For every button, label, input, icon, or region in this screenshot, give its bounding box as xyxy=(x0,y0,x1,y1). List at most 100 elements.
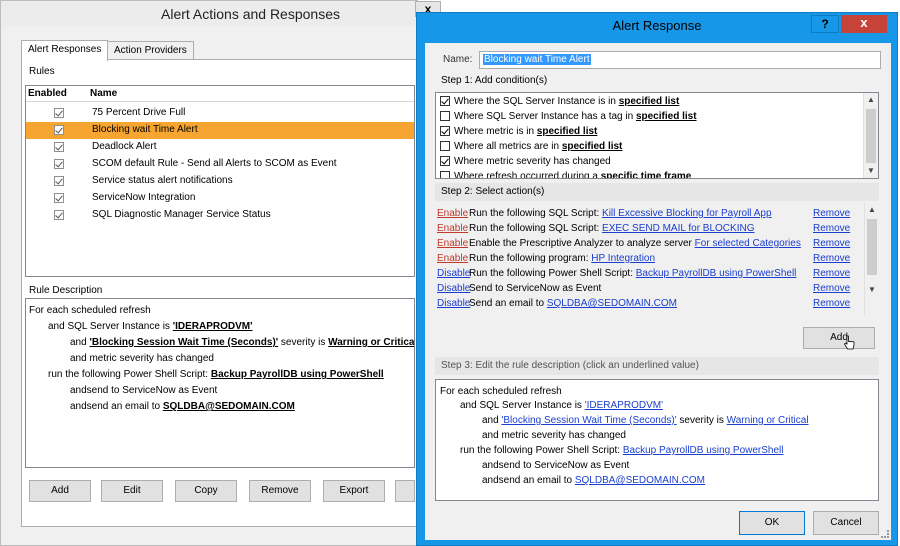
desc-line: and SQL Server Instance is 'IDERAPRODVM' xyxy=(460,400,663,411)
action-link[interactable]: SQLDBA@SEDOMAIN.COM xyxy=(547,298,677,309)
help-icon[interactable]: ? xyxy=(811,15,839,33)
copy-rule-button[interactable]: Copy xyxy=(175,480,237,502)
desc-link[interactable]: SQLDBA@SEDOMAIN.COM xyxy=(163,401,295,412)
scroll-up-icon[interactable]: ▲ xyxy=(864,93,878,107)
actions-scrollbar[interactable]: ▲ ▼ xyxy=(864,203,879,315)
action-toggle-link[interactable]: Disable xyxy=(437,298,470,309)
edit-rule-button[interactable]: Edit xyxy=(101,480,163,502)
desc-line: and 'Blocking Session Wait Time (Seconds… xyxy=(70,337,414,348)
scroll-thumb[interactable] xyxy=(866,109,876,163)
remove-rule-button[interactable]: Remove xyxy=(249,480,311,502)
action-link[interactable]: Kill Excessive Blocking for Payroll App xyxy=(602,208,772,219)
condition-checkbox[interactable] xyxy=(440,126,450,136)
close-icon[interactable]: x xyxy=(841,15,887,33)
action-remove-link[interactable]: Remove xyxy=(813,298,850,309)
desc-link[interactable]: Warning or Critical xyxy=(328,337,414,348)
scroll-down-icon[interactable]: ▼ xyxy=(864,164,878,178)
condition-link[interactable]: specific time frame xyxy=(601,171,692,178)
action-toggle-link[interactable]: Enable xyxy=(437,253,468,264)
back-titlebar[interactable]: Alert Actions and Responses x xyxy=(1,1,441,27)
rule-row[interactable]: SQL Diagnostic Manager Service Status xyxy=(26,207,414,224)
action-link[interactable]: For selected Categories xyxy=(695,238,801,249)
condition-checkbox[interactable] xyxy=(440,111,450,121)
action-link[interactable]: Backup PayrollDB using PowerShell xyxy=(636,268,797,279)
ok-button[interactable]: OK xyxy=(739,511,805,535)
rule-row-selected[interactable]: Blocking wait Time Alert xyxy=(26,122,414,139)
action-item: Disable Send to ServiceNow as Event Remove xyxy=(437,283,851,294)
tab-action-providers[interactable]: Action Providers xyxy=(107,41,194,60)
add-rule-button[interactable]: Add xyxy=(29,480,91,502)
condition-link[interactable]: specified list xyxy=(562,141,623,152)
add-action-button[interactable]: Add xyxy=(803,327,875,349)
condition-link[interactable]: specified list xyxy=(636,111,697,122)
dialog-titlebar[interactable]: Alert Response ? x xyxy=(417,13,897,39)
desc-link[interactable]: 'IDERAPRODVM' xyxy=(585,400,663,411)
condition-checkbox[interactable] xyxy=(440,141,450,151)
cancel-button[interactable]: Cancel xyxy=(813,511,879,535)
action-item: Enable Run the following program: HP Inte… xyxy=(437,253,851,264)
desc-link[interactable]: 'Blocking Session Wait Time (Seconds)' xyxy=(89,337,278,348)
action-remove-link[interactable]: Remove xyxy=(813,253,850,264)
desc-line: For each scheduled refresh xyxy=(29,305,151,316)
action-link[interactable]: EXEC SEND MAIL for BLOCKING xyxy=(602,223,754,234)
rule-enabled-checkbox[interactable] xyxy=(54,210,64,220)
actions-list[interactable]: Enable Run the following SQL Script: Kill… xyxy=(435,203,879,315)
scroll-up-icon[interactable]: ▲ xyxy=(865,203,879,217)
action-toggle-link[interactable]: Enable xyxy=(437,223,468,234)
rule-name: Blocking wait Time Alert xyxy=(92,124,198,135)
rule-enabled-checkbox[interactable] xyxy=(54,159,64,169)
rule-row[interactable]: SCOM default Rule - Send all Alerts to S… xyxy=(26,156,414,173)
desc-link[interactable]: 'IDERAPRODVM' xyxy=(173,321,253,332)
condition-checkbox[interactable] xyxy=(440,96,450,106)
action-remove-link[interactable]: Remove xyxy=(813,223,850,234)
column-enabled[interactable]: Enabled xyxy=(28,88,67,99)
desc-link[interactable]: 'Blocking Session Wait Time (Seconds)' xyxy=(501,415,676,426)
desc-link[interactable]: Warning or Critical xyxy=(727,415,809,426)
rule-enabled-checkbox[interactable] xyxy=(54,108,64,118)
rule-enabled-checkbox[interactable] xyxy=(54,125,64,135)
step1-label: Step 1: Add condition(s) xyxy=(441,75,548,86)
rule-name: SQL Diagnostic Manager Service Status xyxy=(92,209,271,220)
rules-header: Enabled Name xyxy=(26,86,414,102)
condition-link[interactable]: specified list xyxy=(619,96,680,107)
action-toggle-link[interactable]: Enable xyxy=(437,238,468,249)
desc-line: and SQL Server Instance is 'IDERAPRODVM' xyxy=(48,321,253,332)
rule-row[interactable]: Service status alert notifications xyxy=(26,173,414,190)
desc-line: For each scheduled refresh xyxy=(440,386,562,397)
import-rule-button-partial[interactable] xyxy=(395,480,415,502)
condition-checkbox[interactable] xyxy=(440,156,450,166)
desc-link[interactable]: SQLDBA@SEDOMAIN.COM xyxy=(575,475,705,486)
name-input-value: Blocking wait Time Alert xyxy=(483,54,591,65)
rule-enabled-checkbox[interactable] xyxy=(54,176,64,186)
condition-checkbox[interactable] xyxy=(440,171,450,178)
rule-row[interactable]: ServiceNow Integration xyxy=(26,190,414,207)
action-remove-link[interactable]: Remove xyxy=(813,208,850,219)
action-item: Enable Enable the Prescriptive Analyzer t… xyxy=(437,238,851,249)
scroll-down-icon[interactable]: ▼ xyxy=(865,283,879,297)
action-toggle-link[interactable]: Enable xyxy=(437,208,468,219)
resize-grip-icon[interactable] xyxy=(881,530,889,538)
action-remove-link[interactable]: Remove xyxy=(813,283,850,294)
action-toggle-link[interactable]: Disable xyxy=(437,268,470,279)
action-item: Disable Run the following Power Shell Scr… xyxy=(437,268,851,279)
action-remove-link[interactable]: Remove xyxy=(813,268,850,279)
conditions-scrollbar[interactable]: ▲ ▼ xyxy=(863,93,878,178)
desc-link[interactable]: Backup PayrollDB using PowerShell xyxy=(211,369,384,380)
action-remove-link[interactable]: Remove xyxy=(813,238,850,249)
rule-enabled-checkbox[interactable] xyxy=(54,193,64,203)
rule-name: Deadlock Alert xyxy=(92,141,157,152)
rules-list[interactable]: Enabled Name 75 Percent Drive Full Block… xyxy=(25,85,415,277)
conditions-list[interactable]: Where the SQL Server Instance is in spec… xyxy=(435,92,879,179)
rule-enabled-checkbox[interactable] xyxy=(54,142,64,152)
export-rule-button[interactable]: Export xyxy=(323,480,385,502)
scroll-thumb[interactable] xyxy=(867,219,877,275)
condition-link[interactable]: specified list xyxy=(537,126,598,137)
tab-alert-responses[interactable]: Alert Responses xyxy=(21,40,109,61)
column-name[interactable]: Name xyxy=(90,88,117,99)
rule-row[interactable]: Deadlock Alert xyxy=(26,139,414,156)
desc-link[interactable]: Backup PayrollDB using PowerShell xyxy=(623,445,784,456)
name-input[interactable]: Blocking wait Time Alert xyxy=(479,51,881,69)
rule-row[interactable]: 75 Percent Drive Full xyxy=(26,105,414,122)
action-link[interactable]: HP Integration xyxy=(591,253,655,264)
action-toggle-link[interactable]: Disable xyxy=(437,283,470,294)
